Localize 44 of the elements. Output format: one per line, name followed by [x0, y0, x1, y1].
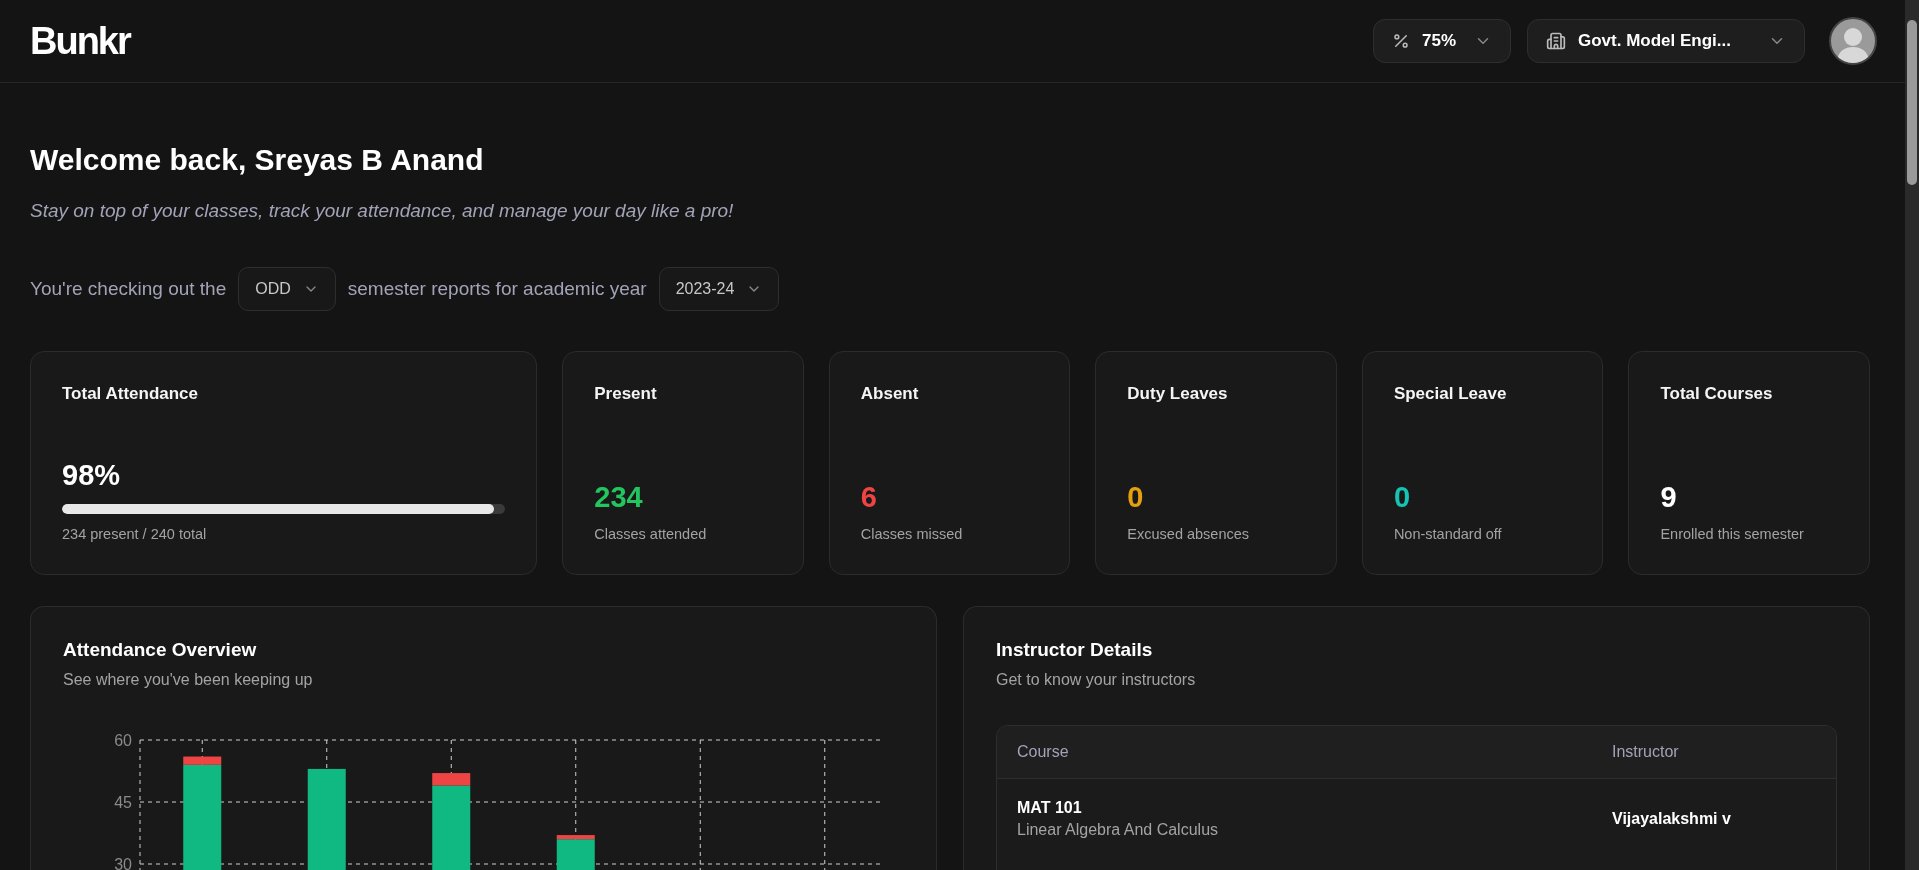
filter-text: semester reports for academic year — [347, 278, 647, 300]
welcome-title: Welcome back, Sreyas B Anand — [30, 143, 485, 177]
card-value: 98% — [62, 459, 122, 492]
panel-subtitle: See where you've been keeping up — [63, 671, 314, 689]
card-caption: Classes missed — [860, 526, 964, 542]
card-value: 6 — [860, 481, 878, 514]
card-value: 0 — [1127, 481, 1145, 514]
card-caption: Classes attended — [594, 526, 708, 542]
card-caption: Non-standard off — [1393, 526, 1503, 542]
card-title: Absent — [860, 384, 920, 404]
card-value: 9 — [1660, 481, 1678, 514]
column-header: Course — [1017, 743, 1070, 761]
logo[interactable]: Bunkr — [30, 19, 130, 63]
card-title: Present — [594, 384, 658, 404]
course-name: Linear Algebra And Calculus — [1017, 821, 1220, 839]
user-avatar[interactable] — [1829, 17, 1877, 65]
instructor-name: Vijayalakshmi v — [1612, 810, 1732, 828]
axis-label: 45 — [114, 794, 132, 811]
card-title: Total Attendance — [62, 384, 199, 404]
scrollbar[interactable] — [1905, 0, 1919, 870]
axis-label: 30 — [114, 856, 132, 870]
card-caption: Enrolled this semester — [1660, 526, 1805, 542]
axis-label: 60 — [114, 732, 132, 749]
card-title: Duty Leaves — [1127, 384, 1229, 404]
filter-text: You're checking out the — [30, 278, 227, 300]
card-title: Special Leave — [1393, 384, 1508, 404]
panel-subtitle: Get to know your instructors — [996, 671, 1197, 689]
column-header: Instructor — [1612, 743, 1680, 761]
card-value: 0 — [1393, 481, 1412, 514]
panel-title: Attendance Overview — [63, 639, 258, 661]
panel-title: Instructor Details — [996, 639, 1154, 661]
card-title: Total Courses — [1660, 384, 1774, 404]
course-code: MAT 101 — [1017, 799, 1083, 817]
welcome-subtitle: Stay on top of your classes, track your attendance, and manage your day like a pro! — [30, 200, 735, 222]
card-caption: 234 present / 240 total — [62, 526, 208, 542]
institution-dropdown[interactable]: Govt. Model Engi... — [1527, 19, 1805, 63]
building-icon — [1546, 31, 1566, 51]
percent-icon — [1392, 32, 1410, 50]
card-caption: Excused absences — [1127, 526, 1251, 542]
year-select[interactable]: 2023-24 — [658, 267, 780, 311]
semester-select[interactable]: ODD — [238, 267, 336, 311]
card-value: 234 — [594, 481, 644, 514]
threshold-dropdown[interactable]: 75% — [1373, 19, 1511, 63]
person-silhouette-icon — [1836, 25, 1870, 63]
